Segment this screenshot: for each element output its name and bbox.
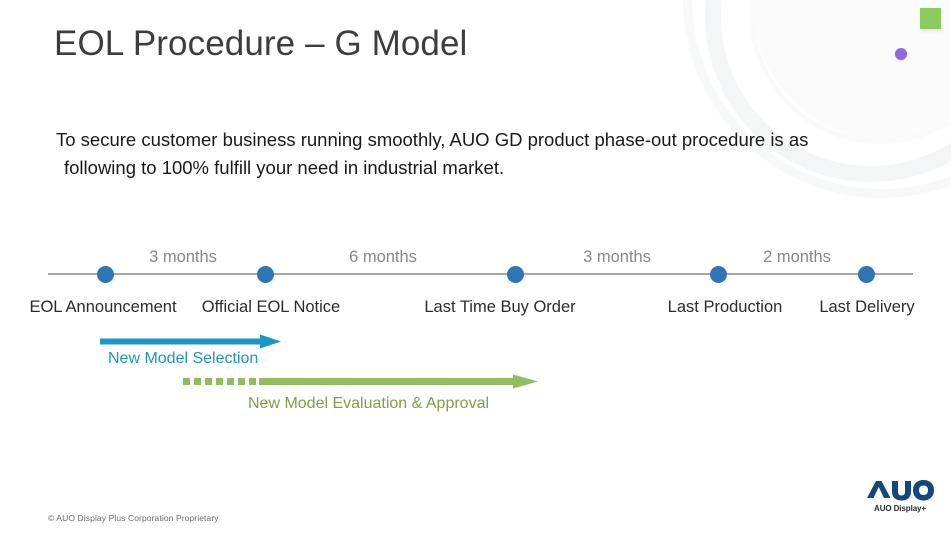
timeline-duration-2: 6 months	[349, 248, 417, 266]
green-arrow-solid-segment	[259, 378, 515, 385]
auo-logo-icon	[867, 480, 934, 501]
new-model-evaluation-label: New Model Evaluation & Approval	[248, 395, 490, 412]
timeline-dot-last-production[interactable]	[709, 266, 727, 283]
timeline-axis-line	[48, 273, 913, 275]
new-model-evaluation-arrow	[183, 374, 539, 395]
timeline-duration-3: 3 months	[583, 248, 651, 266]
auo-logo: AUO Display+	[866, 478, 934, 513]
timeline-duration-4: 2 months	[763, 248, 831, 266]
green-arrow-head	[513, 374, 538, 389]
timeline-label-official-eol-notice: Official EOL Notice	[201, 298, 341, 316]
timeline-dot-last-time-buy-order[interactable]	[506, 266, 524, 283]
timeline-label-last-delivery: Last Delivery	[819, 298, 915, 316]
timeline-dot-eol-announcement[interactable]	[96, 266, 114, 283]
blue-arrow-icon	[100, 334, 281, 349]
copyright-note: © AUO Display Plus Corporation Proprieta…	[48, 513, 219, 523]
timeline-dot-last-delivery[interactable]	[857, 266, 875, 283]
green-arrow-icon	[183, 374, 538, 389]
timeline-label-eol-announcement: EOL Announcement	[29, 298, 177, 316]
timeline-dot-official-eol-notice[interactable]	[256, 266, 274, 283]
timeline-label-last-production: Last Production	[667, 298, 783, 316]
new-model-selection-label: New Model Selection	[108, 350, 259, 367]
timeline-duration-1: 3 months	[149, 248, 217, 266]
slide-canvas: EOL Procedure – G Model To secure custom…	[0, 0, 951, 533]
eol-timeline: 3 months 6 months 3 months 2 months EOL …	[0, 0, 951, 533]
auo-logo-tagline: AUO Display+	[874, 504, 926, 513]
green-arrow-dashed-segment	[183, 378, 256, 385]
timeline-label-last-time-buy-order: Last Time Buy Order	[424, 298, 576, 316]
